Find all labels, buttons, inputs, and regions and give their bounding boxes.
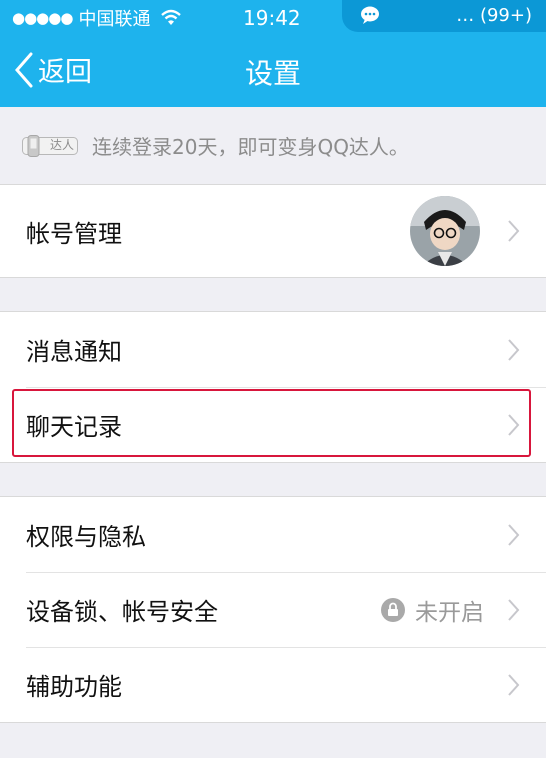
- row-label: 辅助功能: [26, 673, 122, 701]
- lock-icon: [381, 597, 405, 622]
- row-message-notification[interactable]: 消息通知: [0, 312, 546, 387]
- row-label: 帐号管理: [26, 219, 122, 248]
- status-time: 19:42: [243, 6, 301, 30]
- settings-group-messages: 消息通知 聊天记录: [0, 311, 546, 463]
- chevron-right-icon: [508, 413, 520, 436]
- row-label: 消息通知: [26, 338, 122, 366]
- header: ●●●●● 中国联通 19:42 … (99+) 返回 设置: [0, 0, 546, 107]
- avatar: [410, 196, 480, 266]
- wifi-icon: [161, 9, 182, 25]
- device-lock-status: 未开启: [415, 599, 484, 626]
- row-label: 设备锁、帐号安全: [26, 598, 218, 626]
- notification-count: … (99+): [456, 5, 532, 26]
- daren-badge-text: 达人: [50, 138, 75, 152]
- chevron-right-icon: [508, 523, 520, 546]
- row-value: 未开启: [381, 593, 484, 627]
- highlight-box: [12, 389, 531, 457]
- banner-text: 连续登录20天，即可变身QQ达人。: [92, 135, 409, 159]
- daren-banner[interactable]: 达人 连续登录20天，即可变身QQ达人。: [0, 107, 546, 184]
- row-label: 权限与隐私: [26, 523, 146, 551]
- chevron-right-icon: [508, 673, 520, 696]
- row-permissions-privacy[interactable]: 权限与隐私: [0, 497, 546, 572]
- notification-pill[interactable]: … (99+): [342, 0, 546, 32]
- settings-group-security: 权限与隐私 设备锁、帐号安全 未开启 辅助功能: [0, 496, 546, 723]
- page-title: 设置: [244, 57, 301, 90]
- row-chat-history[interactable]: 聊天记录: [0, 387, 546, 462]
- row-account-management[interactable]: 帐号管理: [0, 185, 546, 277]
- chat-bubble-icon: [361, 6, 379, 24]
- row-device-lock[interactable]: 设备锁、帐号安全 未开启: [0, 572, 546, 647]
- chevron-right-icon: [508, 598, 520, 621]
- signal-strength-icon: ●●●●●: [12, 9, 73, 27]
- carrier-name: 中国联通: [78, 9, 151, 30]
- row-accessibility[interactable]: 辅助功能: [0, 647, 546, 722]
- settings-group-account: 帐号管理: [0, 184, 546, 278]
- chevron-right-icon: [508, 220, 520, 242]
- status-carrier: ●●●●● 中国联通: [12, 6, 182, 30]
- chevron-right-icon: [508, 338, 520, 361]
